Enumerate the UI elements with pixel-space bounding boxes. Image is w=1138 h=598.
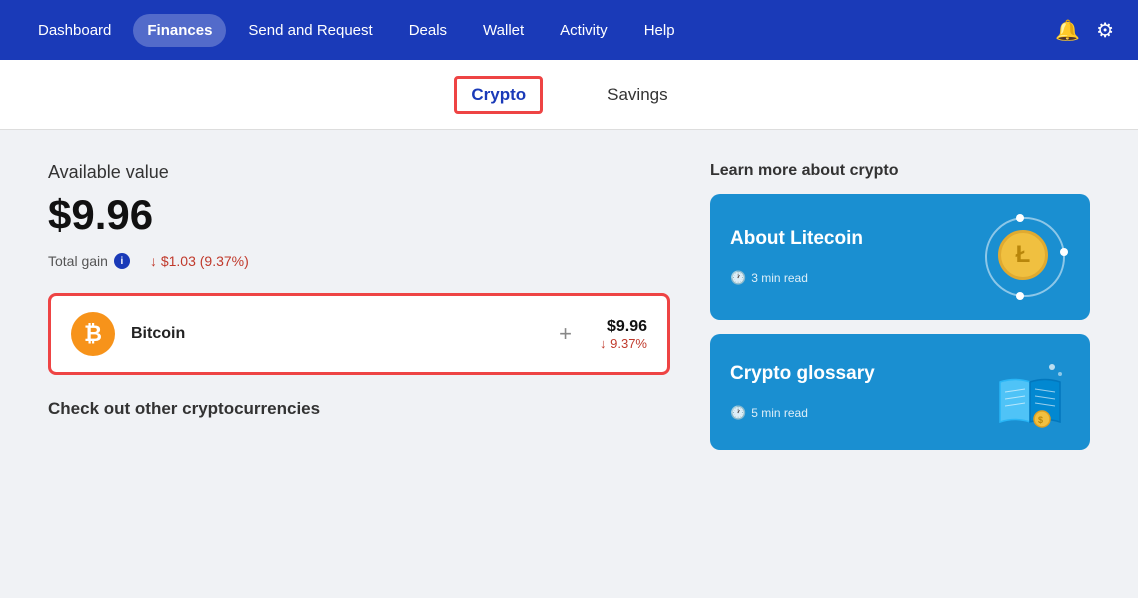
nav-items: Dashboard Finances Send and Request Deal… xyxy=(24,14,1055,47)
bitcoin-name: Bitcoin xyxy=(131,325,531,343)
glossary-card-time: 🕐 5 min read xyxy=(730,405,875,421)
about-litecoin-card[interactable]: About Litecoin 🕐 3 min read Ł xyxy=(710,194,1090,320)
nav-item-deals[interactable]: Deals xyxy=(395,14,461,47)
available-value-label: Available value xyxy=(48,162,670,183)
bitcoin-values: $9.96 ↓ 9.37% xyxy=(600,318,647,351)
tab-savings[interactable]: Savings xyxy=(591,77,683,113)
total-gain-row: Total gain i ↓ $1.03 (9.37%) xyxy=(48,253,670,269)
orbit-dot-2 xyxy=(1016,292,1024,300)
clock-icon-glossary: 🕐 xyxy=(730,405,746,421)
right-panel: Learn more about crypto About Litecoin 🕐… xyxy=(710,162,1090,566)
svg-text:$: $ xyxy=(1038,415,1043,425)
nav-item-help[interactable]: Help xyxy=(630,14,689,47)
notification-icon[interactable]: 🔔 xyxy=(1055,18,1080,43)
nav-item-dashboard[interactable]: Dashboard xyxy=(24,14,125,47)
litecoin-card-title: About Litecoin xyxy=(730,228,863,250)
available-value: $9.96 xyxy=(48,191,670,239)
litecoin-card-time: 🕐 3 min read xyxy=(730,270,863,286)
total-gain-label: Total gain i xyxy=(48,253,130,269)
main-content: Available value $9.96 Total gain i ↓ $1.… xyxy=(0,130,1138,598)
orbit-dot-3 xyxy=(1060,248,1068,256)
left-panel: Available value $9.96 Total gain i ↓ $1.… xyxy=(48,162,670,566)
settings-icon[interactable]: ⚙ xyxy=(1096,18,1114,43)
tab-crypto[interactable]: Crypto xyxy=(454,76,543,114)
nav-item-send-request[interactable]: Send and Request xyxy=(234,14,386,47)
glossary-card-title: Crypto glossary xyxy=(730,363,875,385)
litecoin-illustration: Ł xyxy=(980,212,1070,302)
glossary-illustration: $ xyxy=(990,352,1070,432)
nav-right: 🔔 ⚙ xyxy=(1055,18,1114,43)
crypto-glossary-card[interactable]: Crypto glossary 🕐 5 min read xyxy=(710,334,1090,450)
gain-value: ↓ $1.03 (9.37%) xyxy=(150,253,249,269)
orbit-dot-1 xyxy=(1016,214,1024,222)
navbar: Dashboard Finances Send and Request Deal… xyxy=(0,0,1138,60)
learn-label: Learn more about crypto xyxy=(710,162,1090,180)
litecoin-coin: Ł xyxy=(998,230,1048,280)
bitcoin-percent: ↓ 9.37% xyxy=(600,336,647,351)
nav-item-finances[interactable]: Finances xyxy=(133,14,226,47)
glossary-book-svg: $ xyxy=(990,352,1070,432)
clock-icon-litecoin: 🕐 xyxy=(730,270,746,286)
nav-item-activity[interactable]: Activity xyxy=(546,14,622,47)
bitcoin-card[interactable]: ₿ Bitcoin + $9.96 ↓ 9.37% xyxy=(48,293,670,375)
subtab-bar: Crypto Savings xyxy=(0,60,1138,130)
info-icon[interactable]: i xyxy=(114,253,130,269)
plus-icon[interactable]: + xyxy=(559,321,572,347)
check-out-label: Check out other cryptocurrencies xyxy=(48,399,670,419)
nav-item-wallet[interactable]: Wallet xyxy=(469,14,538,47)
bitcoin-usd: $9.96 xyxy=(600,318,647,336)
bitcoin-icon: ₿ xyxy=(71,312,115,356)
